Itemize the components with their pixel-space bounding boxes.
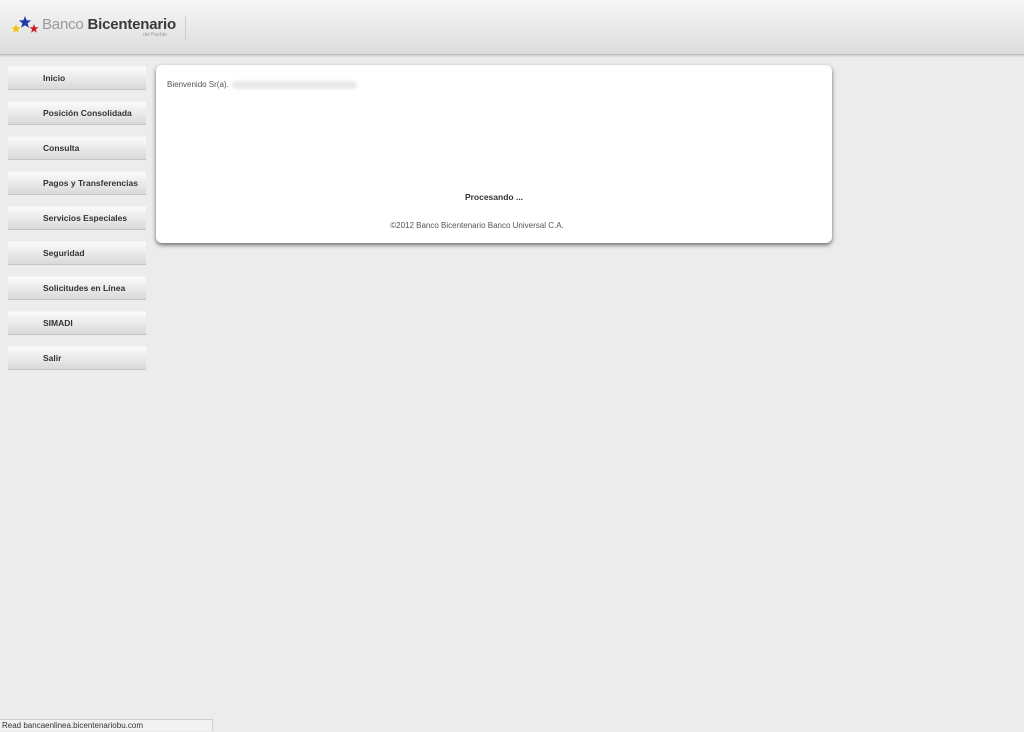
sidebar-item-servicios-especiales[interactable]: Servicios Especiales bbox=[8, 206, 146, 230]
logo-banco-text: Banco bbox=[42, 16, 84, 33]
sidebar-item-salir[interactable]: Salir bbox=[8, 346, 146, 370]
logo-divider bbox=[185, 16, 186, 40]
stars-icon bbox=[11, 16, 39, 33]
sidebar-menu: Inicio Posición Consolidada Consulta Pag… bbox=[8, 66, 146, 381]
sidebar-item-seguridad[interactable]: Seguridad bbox=[8, 241, 146, 265]
sidebar-item-simadi[interactable]: SIMADI bbox=[8, 311, 146, 335]
bank-logo[interactable]: Banco Bicentenario del Pueblo bbox=[10, 15, 190, 41]
sidebar-item-posicion-consolidada[interactable]: Posición Consolidada bbox=[8, 101, 146, 125]
sidebar-item-consulta[interactable]: Consulta bbox=[8, 136, 146, 160]
sidebar-item-solicitudes-en-linea[interactable]: Solicitudes en Línea bbox=[8, 276, 146, 300]
sidebar-item-pagos-transferencias[interactable]: Pagos y Transferencias bbox=[8, 171, 146, 195]
user-name-redacted bbox=[231, 80, 357, 89]
logo-tagline: del Pueblo bbox=[143, 32, 167, 38]
browser-status-bar: Read bancaenlinea.bicentenariobu.com bbox=[0, 719, 213, 731]
header: Banco Bicentenario del Pueblo bbox=[0, 0, 1024, 55]
content-panel: Bienvenido Sr(a). Procesando ... ©2012 B… bbox=[156, 65, 832, 243]
processing-text: Procesando ... bbox=[464, 192, 524, 202]
logo-wordmark: Banco Bicentenario bbox=[42, 16, 176, 33]
welcome-line: Bienvenido Sr(a). bbox=[167, 80, 357, 89]
logo-bicentenario-text: Bicentenario bbox=[87, 16, 177, 33]
copyright-text: ©2012 Banco Bicentenario Banco Universal… bbox=[390, 221, 564, 230]
sidebar-item-inicio[interactable]: Inicio bbox=[8, 66, 146, 90]
welcome-text: Bienvenido Sr(a). bbox=[167, 80, 229, 89]
